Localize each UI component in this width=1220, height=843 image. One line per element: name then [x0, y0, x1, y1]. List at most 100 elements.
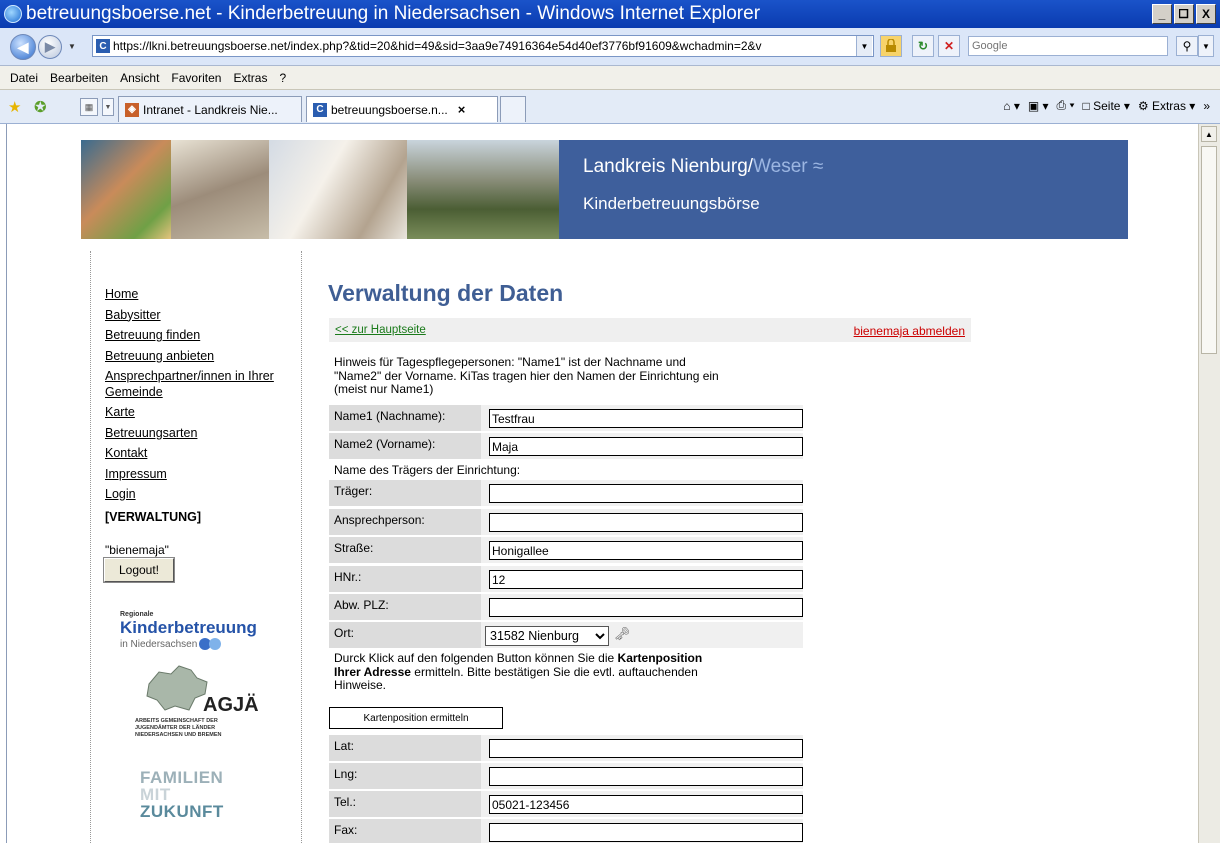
menu-favoriten[interactable]: Favoriten — [171, 71, 221, 85]
page-menu[interactable]: □ Seite ▾ — [1083, 99, 1130, 113]
search-box[interactable] — [968, 36, 1168, 56]
banner-brand: Landkreis Nienburg/Weser ≈ Kinderbetreuu… — [559, 140, 1128, 239]
row-lat: Lat: — [329, 735, 803, 761]
scroll-up-icon[interactable]: ▲ — [1201, 126, 1217, 142]
strasse-input[interactable] — [489, 541, 803, 560]
page-menu-label: Seite — [1093, 98, 1121, 113]
name-hint-line3: (meist nur Name1) — [334, 382, 434, 396]
phone-photo — [171, 140, 269, 239]
map-hint-pre: Durck Klick auf den folgenden Button kön… — [334, 651, 618, 665]
close-tab-icon[interactable]: × — [458, 102, 466, 117]
name1-input[interactable] — [489, 409, 803, 428]
feeds-icon[interactable]: ▣ ▾ — [1028, 99, 1049, 113]
nav-betreuungsarten[interactable]: Betreuungsarten — [105, 423, 295, 444]
row-hnr: HNr.: — [329, 566, 803, 592]
kartenposition-button[interactable]: Kartenposition ermitteln — [329, 707, 503, 729]
window-titlebar: betreuungsboerse.net - Kinderbetreuung i… — [0, 0, 1220, 28]
home-icon[interactable]: ⌂ ▾ — [1003, 99, 1020, 113]
close-window-button[interactable]: X — [1196, 4, 1216, 24]
search-options-icon[interactable]: ▼ — [1198, 35, 1214, 57]
nav-login[interactable]: Login — [105, 484, 295, 505]
refresh-button[interactable]: ↻ — [912, 35, 934, 57]
print-icon[interactable]: ⎙ ▾ — [1057, 98, 1075, 113]
nav-babysitter[interactable]: Babysitter — [105, 305, 295, 326]
lat-input[interactable] — [489, 739, 803, 758]
menu-extras[interactable]: Extras — [233, 71, 267, 85]
intranet-favicon-icon: ◈ — [125, 102, 139, 117]
forward-button[interactable]: ▶ — [38, 35, 62, 59]
stop-button[interactable]: ✕ — [938, 35, 960, 57]
address-field[interactable]: C https://lkni.betreuungsboerse.net/inde… — [92, 35, 874, 57]
lock-icon[interactable] — [880, 35, 902, 57]
logout-button[interactable]: Logout! — [103, 557, 175, 583]
favorites-star-icon[interactable]: ★ — [8, 98, 21, 116]
row-lng: Lng: — [329, 763, 803, 789]
new-tab-button[interactable] — [500, 96, 526, 122]
map-hint-line3: Hinweise. — [334, 678, 387, 692]
banner-title: Landkreis Nienburg/Weser ≈ — [583, 156, 823, 178]
familien-mit-zukunft-logo[interactable]: FAMILIEN MIT ZUKUNFT — [140, 769, 224, 820]
url-text[interactable]: https://lkni.betreuungsboerse.net/index.… — [113, 39, 865, 53]
ansprechperson-input[interactable] — [489, 513, 803, 532]
map-hint-line2: Ihrer Adresse ermitteln. Bitte bestätige… — [334, 664, 702, 680]
tools-menu[interactable]: ⚙ Extras ▾ — [1138, 99, 1195, 113]
scroll-thumb[interactable] — [1201, 146, 1217, 354]
tab-betreuungsboerse[interactable]: C betreuungsboerse.n... × — [306, 96, 498, 122]
quick-tabs-icon[interactable]: ▦ — [80, 98, 98, 116]
label-tel: Tel.: — [329, 791, 481, 817]
tab-intranet[interactable]: ◈ Intranet - Landkreis Nie... — [118, 96, 302, 122]
label-name2: Name2 (Vorname): — [329, 433, 481, 459]
map-hint-bold1: Kartenposition — [617, 651, 703, 665]
row-tel: Tel.: — [329, 791, 803, 817]
back-button[interactable]: ◀ — [10, 34, 36, 60]
menu-ansicht[interactable]: Ansicht — [120, 71, 159, 85]
logo-zukunft: ZUKUNFT — [140, 802, 224, 821]
agja-sub-3: Niedersachsen und Bremen — [135, 732, 222, 738]
nav-home[interactable]: Home — [105, 284, 295, 305]
search-icon[interactable]: ⚲ — [1176, 36, 1198, 56]
minimize-button[interactable]: _ — [1152, 4, 1172, 24]
logged-in-user: "bienemaja" — [105, 543, 169, 557]
maximize-button[interactable] — [1174, 4, 1194, 24]
row-name2: Name2 (Vorname): — [329, 433, 803, 459]
agja-logo[interactable]: AGJÄ Arbeits gemeinschaft der Jugendämte… — [135, 664, 285, 752]
ort-select[interactable]: 31582 Nienburg — [485, 626, 609, 646]
toolbar-overflow-icon[interactable]: » — [1203, 99, 1210, 113]
lng-input[interactable] — [489, 767, 803, 786]
traeger-input[interactable] — [489, 484, 803, 503]
logo-familien: FAMILIEN — [140, 768, 224, 787]
nav-impressum[interactable]: Impressum — [105, 464, 295, 485]
nav-kontakt[interactable]: Kontakt — [105, 443, 295, 464]
menu-bearbeiten[interactable]: Bearbeiten — [50, 71, 108, 85]
nav-ansprechpartner[interactable]: Ansprechpartner/innen in Ihrer Gemeinde — [105, 368, 295, 400]
menu-help[interactable]: ? — [279, 71, 286, 85]
row-fax: Fax: — [329, 819, 803, 843]
nav-verwaltung[interactable]: [VERWALTUNG] — [105, 507, 295, 528]
agja-text: AGJÄ — [203, 694, 259, 716]
nav-betreuung-anbieten[interactable]: Betreuung anbieten — [105, 346, 295, 367]
header-banner: Landkreis Nienburg/Weser ≈ Kinderbetreuu… — [81, 140, 1128, 239]
fax-input[interactable] — [489, 823, 803, 842]
map-hint-bold2: Ihrer Adresse — [334, 664, 411, 679]
hnr-input[interactable] — [489, 570, 803, 589]
menu-datei[interactable]: Datei — [10, 71, 38, 85]
history-dropdown-icon[interactable]: ▼ — [68, 42, 76, 51]
name2-input[interactable] — [489, 437, 803, 456]
add-favorite-icon[interactable]: ✪ — [34, 98, 47, 116]
url-dropdown-icon[interactable]: ▼ — [856, 36, 872, 56]
user-logout-link[interactable]: bienemaja abmelden — [854, 324, 965, 338]
search-input[interactable] — [969, 37, 1167, 55]
tab-list-dropdown-icon[interactable]: ▼ — [102, 98, 114, 116]
vertical-scrollbar[interactable]: ▲ — [1198, 124, 1220, 843]
nav-betreuung-finden[interactable]: Betreuung finden — [105, 325, 295, 346]
banner-subtitle: Kinderbetreuungsbörse — [583, 194, 760, 213]
kinderbetreuung-logo[interactable]: Regionale Kinderbetreuung in Niedersachs… — [120, 611, 290, 650]
nav-karte[interactable]: Karte — [105, 402, 295, 423]
banner-title-weser: Weser — [753, 156, 808, 177]
back-to-home-link[interactable]: << zur Hauptseite — [335, 324, 426, 336]
page-favicon-icon: C — [313, 102, 327, 117]
abw-plz-input[interactable] — [489, 598, 803, 617]
key-icon[interactable]: 🗝 — [614, 626, 631, 642]
tel-input[interactable] — [489, 795, 803, 814]
left-divider — [90, 251, 91, 843]
